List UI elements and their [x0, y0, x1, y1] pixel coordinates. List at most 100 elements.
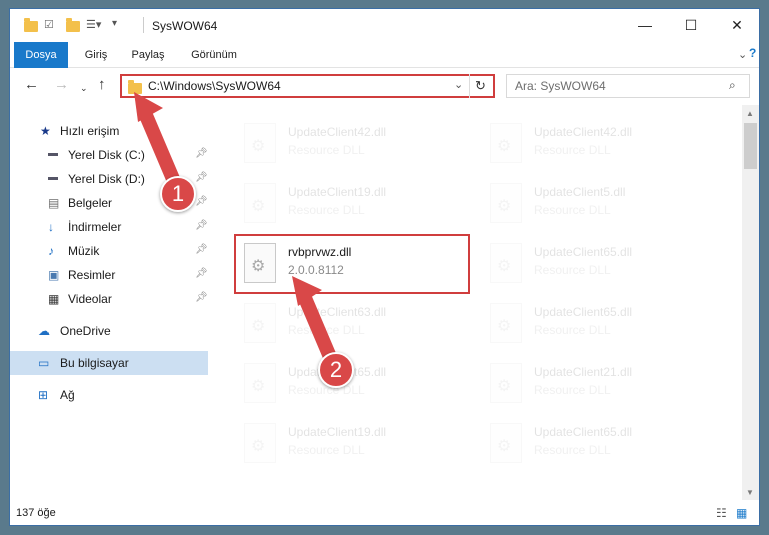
- file-name: UpdateClient19.dll: [288, 185, 387, 199]
- pin-icon[interactable]: 📌︎: [195, 268, 208, 279]
- chevron-down-icon[interactable]: ⌄: [738, 48, 747, 61]
- ribbon-tabs: Dosya Giriş Paylaş Görünüm ⌄ ?: [10, 42, 759, 68]
- file-item[interactable]: UpdateClient65.dll Resource DLL: [486, 235, 724, 291]
- properties-icon[interactable]: ☑: [44, 18, 54, 34]
- file-name: UpdateClient5.dll: [534, 185, 626, 199]
- sidebar-item-onedrive[interactable]: ☁ OneDrive: [10, 319, 208, 343]
- large-icons-view-icon[interactable]: ▦: [736, 506, 747, 520]
- document-icon: ▤: [48, 196, 60, 210]
- file-list: UpdateClient42.dll Resource DLL UpdateCl…: [220, 105, 742, 500]
- file-name: UpdateClient42.dll: [534, 125, 633, 139]
- cloud-icon: ☁: [38, 324, 50, 338]
- file-item[interactable]: UpdateClient19.dll Resource DLL: [240, 175, 478, 231]
- tab-file[interactable]: Dosya: [14, 42, 68, 68]
- pin-icon[interactable]: 📌︎: [195, 172, 208, 183]
- customize-icon[interactable]: ☰▾: [86, 18, 101, 34]
- network-icon: ⊞: [38, 388, 49, 402]
- sidebar-item-pictures[interactable]: ▣ Resimler 📌︎: [10, 263, 208, 287]
- chevron-down-icon[interactable]: ⌄: [454, 78, 463, 91]
- callout-2: 2: [318, 352, 354, 388]
- tab-home[interactable]: Giriş: [76, 42, 116, 68]
- chevron-down-icon[interactable]: ▾: [112, 18, 117, 34]
- pin-icon[interactable]: 📌︎: [195, 220, 208, 231]
- file-item[interactable]: UpdateClient42.dll Resource DLL: [240, 115, 478, 171]
- file-type: Resource DLL: [534, 443, 611, 457]
- dll-file-icon: [490, 363, 522, 403]
- file-name: UpdateClient65.dll: [534, 425, 633, 439]
- up-icon[interactable]: ↑: [98, 77, 106, 93]
- drive-icon: ▬: [48, 148, 58, 159]
- refresh-icon[interactable]: ↻: [475, 78, 486, 94]
- file-item[interactable]: UpdateClient21.dll Resource DLL: [486, 355, 724, 411]
- sidebar-item-label: Yerel Disk (D:): [68, 172, 145, 186]
- address-bar[interactable]: C:\Windows\SysWOW64 ⌄ ↻: [120, 74, 495, 98]
- scroll-up-icon[interactable]: ▲: [746, 109, 754, 118]
- sidebar-item-label: Resimler: [68, 268, 116, 282]
- pin-icon[interactable]: 📌︎: [195, 292, 208, 303]
- maximize-button[interactable]: ☐: [668, 9, 714, 42]
- drive-icon: ▬: [48, 172, 58, 183]
- navigation-pane: ★ Hızlı erişim ▬ Yerel Disk (C:) 📌︎ ▬ Ye…: [10, 105, 210, 500]
- status-bar: 137 öğe ☷ ▦: [10, 503, 759, 525]
- minimize-button[interactable]: —: [622, 9, 668, 42]
- sidebar-item-quick-access[interactable]: ★ Hızlı erişim: [10, 119, 208, 143]
- sidebar-item-label: OneDrive: [60, 324, 111, 338]
- back-icon[interactable]: ←: [24, 77, 39, 93]
- file-type: Resource DLL: [288, 203, 365, 217]
- forward-icon[interactable]: →: [54, 77, 69, 93]
- sidebar-item-network[interactable]: ⊞ Ağ: [10, 383, 208, 407]
- file-type: Resource DLL: [288, 323, 365, 337]
- search-icon[interactable]: ⌕: [729, 78, 736, 93]
- sidebar-item-music[interactable]: ♪ Müzik 📌︎: [10, 239, 208, 263]
- dll-file-icon: [244, 303, 276, 343]
- tab-share[interactable]: Paylaş: [122, 42, 174, 68]
- file-item[interactable]: UpdateClient63.dll Resource DLL: [240, 295, 478, 351]
- address-path: C:\Windows\SysWOW64: [148, 79, 281, 93]
- dll-file-icon: [490, 123, 522, 163]
- pin-icon[interactable]: 📌︎: [195, 244, 208, 255]
- recent-locations-icon[interactable]: ⌄: [80, 80, 88, 96]
- pin-icon[interactable]: 📌︎: [195, 196, 208, 207]
- file-item[interactable]: UpdateClient65.dll Resource DLL: [486, 295, 724, 351]
- file-name: UpdateClient42.dll: [288, 125, 387, 139]
- pictures-icon: ▣: [48, 268, 60, 282]
- file-type: Resource DLL: [288, 143, 365, 157]
- sidebar-item-label: İndirmeler: [68, 220, 122, 234]
- sidebar-item-local-disk-c[interactable]: ▬ Yerel Disk (C:) 📌︎: [10, 143, 208, 167]
- file-highlight-box: [234, 234, 470, 294]
- sidebar-item-label: Belgeler: [68, 196, 113, 210]
- new-folder-icon[interactable]: [66, 18, 80, 32]
- file-item[interactable]: UpdateClient65.dll Resource DLL: [486, 415, 724, 471]
- tab-view[interactable]: Görünüm: [182, 42, 246, 68]
- file-type: Resource DLL: [534, 323, 611, 337]
- dll-file-icon: [244, 363, 276, 403]
- sidebar-star-icon: ★: [40, 124, 51, 138]
- vertical-scrollbar[interactable]: ▲ ▼: [742, 105, 759, 500]
- sidebar-item-downloads[interactable]: ↓ İndirmeler 📌︎: [10, 215, 208, 239]
- file-type: Resource DLL: [534, 203, 611, 217]
- help-icon[interactable]: ?: [749, 46, 756, 60]
- folder-icon: [24, 18, 38, 32]
- file-type: Resource DLL: [534, 143, 611, 157]
- sidebar-item-this-pc[interactable]: ▭ Bu bilgisayar: [10, 351, 208, 375]
- sidebar-item-label: Ağ: [60, 388, 75, 402]
- search-box[interactable]: Ara: SysWOW64 ⌕: [506, 74, 750, 98]
- scroll-down-icon[interactable]: ▼: [746, 488, 754, 497]
- pin-icon[interactable]: 📌︎: [195, 148, 208, 159]
- file-name: UpdateClient65.dll: [534, 245, 633, 259]
- callout-1: 1: [160, 176, 196, 212]
- scrollbar-thumb[interactable]: [744, 123, 757, 169]
- details-view-icon[interactable]: ☷: [716, 506, 727, 520]
- close-button[interactable]: ✕: [714, 9, 759, 42]
- file-item[interactable]: UpdateClient5.dll Resource DLL: [486, 175, 724, 231]
- search-input[interactable]: Ara: SysWOW64: [515, 79, 606, 93]
- item-count: 137 öğe: [16, 507, 56, 519]
- address-divider: [469, 74, 470, 98]
- file-item[interactable]: UpdateClient42.dll Resource DLL: [486, 115, 724, 171]
- sidebar-item-label: Müzik: [68, 244, 100, 258]
- file-item[interactable]: UpdateClient19.dll Resource DLL: [240, 415, 478, 471]
- dll-file-icon: [244, 423, 276, 463]
- file-item[interactable]: UpdateClient65.dll Resource DLL: [240, 355, 478, 411]
- sidebar-item-videos[interactable]: ▦ Videolar 📌︎: [10, 287, 208, 311]
- file-name: UpdateClient19.dll: [288, 425, 387, 439]
